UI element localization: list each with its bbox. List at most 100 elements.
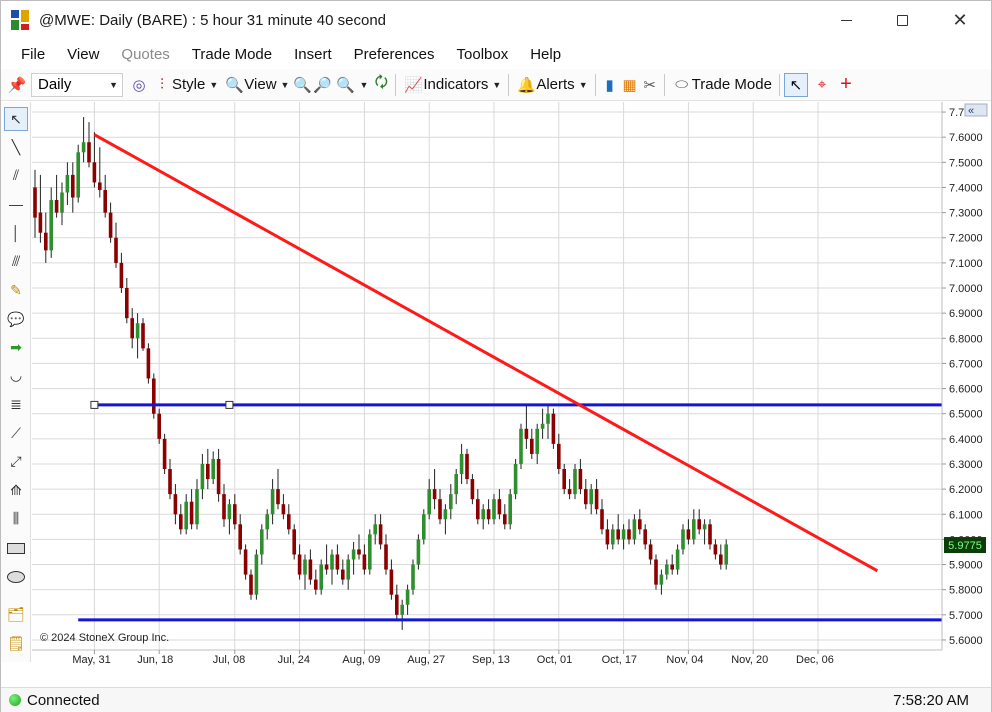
andrews-pitchfork-tool-icon[interactable]: ⫼ [4, 506, 28, 530]
menu-file[interactable]: File [10, 46, 56, 63]
candle-body [427, 489, 431, 515]
toolbar: 📌 Daily ▼ ◎ ⫶ Style ▼ 🔍 View ▼ 🔍 🔎 🔍 ▼ 🗘… [1, 69, 991, 101]
crosshair-cursor-icon[interactable]: ⌖ [812, 75, 832, 95]
price-tick-label: 5.8000 [949, 585, 983, 597]
style-menu-button[interactable]: ⫶ Style ▼ [149, 72, 221, 98]
fibonacci-tool-icon[interactable]: ≣ [4, 392, 28, 416]
crosshair-icon[interactable]: + [836, 73, 856, 95]
trade-mode-label: Trade Mode [691, 76, 772, 93]
refresh-chart-icon[interactable]: ◎ [129, 75, 149, 95]
candle-body [481, 509, 485, 520]
candle-body [702, 524, 707, 530]
candle-body [648, 544, 653, 560]
menu-help[interactable]: Help [519, 46, 572, 63]
calendar-refresh-icon[interactable]: 🗘 [371, 74, 391, 95]
candle-body [567, 489, 572, 495]
gann-fan-tool-icon[interactable]: ⟋ [4, 421, 28, 445]
candle-body [324, 564, 329, 570]
date-tick-label: Jun, 18 [137, 654, 173, 666]
vertical-line-tool-icon[interactable]: │ [4, 221, 28, 245]
candle-body [416, 539, 421, 565]
collapse-panel-button[interactable]: « [964, 103, 988, 117]
candle-body [135, 323, 140, 339]
candle-body [654, 559, 658, 585]
date-tick-label: Aug, 27 [407, 654, 445, 666]
line-handle[interactable] [90, 400, 99, 409]
minimize-button[interactable] [823, 1, 869, 39]
channel-tool-icon[interactable]: ⫽ [4, 163, 28, 187]
candle-body [254, 554, 259, 595]
parallel-lines-tool-icon[interactable]: ⫻ [4, 249, 28, 273]
candle-body [405, 589, 410, 605]
candle-body [465, 453, 469, 480]
pointer-tool-icon[interactable]: ↖ [783, 72, 808, 97]
maximize-button[interactable] [879, 1, 925, 39]
indicators-menu-button[interactable]: 📈 Indicators ▼ [400, 72, 504, 98]
candle-body [378, 524, 383, 545]
candle-body [260, 529, 264, 555]
date-tick-label: Nov, 20 [731, 654, 768, 666]
color-palette-icon[interactable]: ▦ [620, 75, 640, 95]
candle-body [87, 142, 91, 163]
time-axis[interactable]: May, 31 Jun, 18 Jul, 08 Jul, 24 Aug, 09 Aug, … [72, 650, 834, 666]
line-handle[interactable] [225, 400, 234, 409]
speed-lines-tool-icon[interactable]: ⟰ [4, 478, 28, 502]
horizontal-line-tool-icon[interactable]: — [4, 192, 28, 216]
price-tick-label: 5.7000 [949, 610, 983, 622]
candle-body [551, 413, 556, 444]
candle-body [179, 514, 183, 530]
page-icon[interactable]: ▮ [600, 75, 620, 95]
menu-trade-mode[interactable]: Trade Mode [181, 46, 283, 63]
menu-view[interactable]: View [56, 46, 110, 63]
candle-body [54, 200, 59, 213]
chart-properties-icon[interactable]: 🗂 [4, 602, 28, 626]
candle-body [92, 162, 97, 183]
status-time: 7:58:20 AM [893, 691, 969, 709]
price-tick-label: 6.8000 [949, 333, 983, 345]
ellipse-tool-icon[interactable] [4, 565, 28, 589]
candle-body [233, 504, 237, 525]
menu-preferences[interactable]: Preferences [343, 46, 446, 63]
price-axis[interactable]: 7.70007.60007.50007.40007.30007.20007.10… [942, 107, 983, 647]
measure-tool-icon[interactable]: ⤢ [4, 449, 28, 473]
menu-quotes[interactable]: Quotes [110, 46, 180, 63]
trendline-tool-icon[interactable]: ╲ [4, 135, 28, 159]
arc-tool-icon[interactable]: ◡ [4, 363, 28, 387]
candle-body [584, 489, 588, 505]
view-menu-button[interactable]: 🔍 View ▼ [221, 72, 292, 98]
zoom-menu-button[interactable]: 🔍 ▼ [332, 72, 371, 98]
price-tick-label: 6.7000 [949, 358, 983, 370]
menu-insert[interactable]: Insert [283, 46, 343, 63]
drawing-toolbar: ↖ ╲ ⫽ — │ ⫻ ✎ 💬 ➡ ◡ ≣ ⟋ ⤢ ⟰ ⫼ 🗂 🗒 [1, 102, 31, 662]
callout-tool-icon[interactable]: 💬 [4, 307, 28, 331]
tools-icon[interactable]: ✂ [640, 75, 660, 95]
indicators-label: Indicators [423, 76, 489, 93]
rectangle-tool-icon[interactable] [4, 536, 28, 560]
alerts-menu-button[interactable]: 🔔 Alerts ▼ [513, 72, 590, 98]
pin-icon[interactable]: 📌 [7, 75, 27, 95]
text-note-tool-icon[interactable]: ✎ [4, 278, 28, 302]
candle-body [492, 499, 496, 520]
trade-mode-button[interactable]: ⬭ Trade Mode [669, 72, 775, 98]
close-button[interactable]: ✕ [937, 1, 983, 39]
double-chevron-left-icon: « [968, 105, 974, 117]
zoom-in-icon[interactable]: 🔍 [292, 75, 312, 95]
candle-body [362, 554, 367, 570]
connection-status-icon [9, 694, 21, 706]
select-tool-icon[interactable]: ↖ [4, 107, 28, 131]
interval-select[interactable]: Daily ▼ [31, 72, 123, 97]
candle-body [44, 232, 48, 251]
chart-area[interactable]: 7.70007.60007.50007.40007.30007.20007.10… [32, 102, 990, 687]
menu-toolbox[interactable]: Toolbox [446, 46, 520, 63]
close-icon: ✕ [952, 9, 968, 30]
candle-body [152, 378, 156, 414]
price-chart[interactable]: 7.70007.60007.50007.40007.30007.20007.10… [32, 102, 990, 687]
notes-icon[interactable]: 🗒 [4, 631, 28, 655]
candle-body [60, 192, 64, 213]
app-logo-icon [11, 10, 31, 30]
candle-body [206, 463, 210, 480]
zoom-out-icon[interactable]: 🔎 [312, 75, 332, 95]
indicator-chart-icon: 📈 [404, 76, 423, 94]
arrow-tool-icon[interactable]: ➡ [4, 335, 28, 359]
status-bar: Connected 7:58:20 AM [1, 687, 991, 712]
